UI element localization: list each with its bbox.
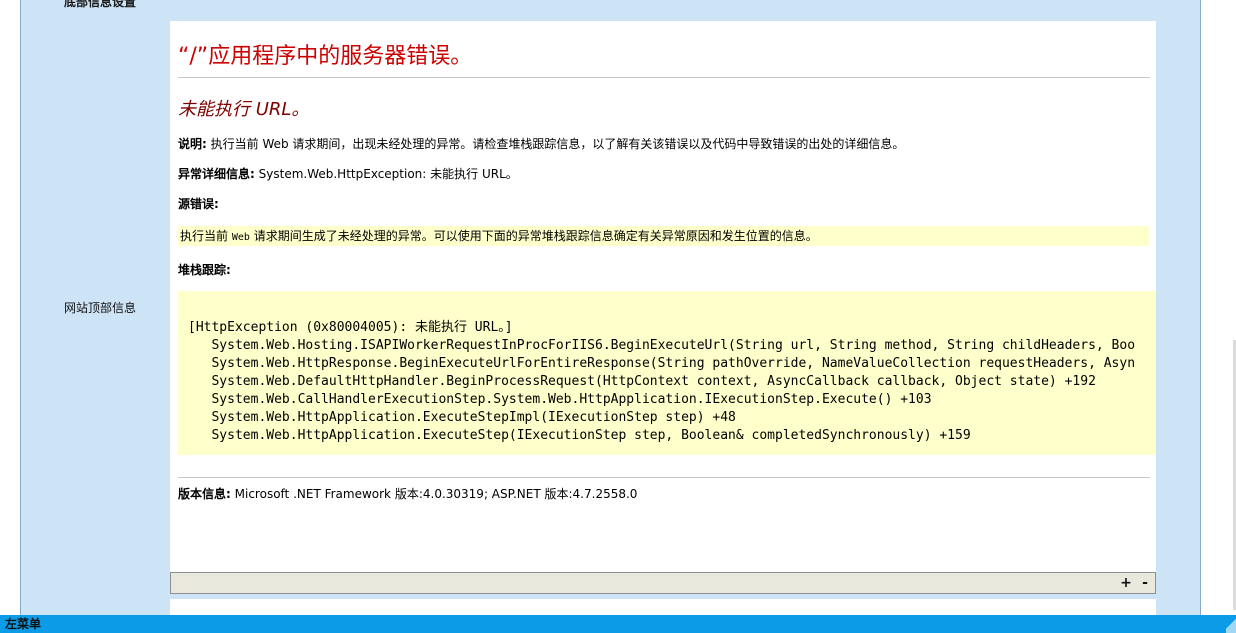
description-text: 执行当前 Web 请求期间，出现未经处理的异常。请检查堆栈跟踪信息，以了解有关该…: [210, 137, 905, 151]
stack-line: System.Web.CallHandlerExecutionStep.Syst…: [188, 392, 932, 407]
left-menu-toggle[interactable]: 左菜单: [5, 615, 41, 633]
divider: [178, 77, 1150, 78]
exception-text: System.Web.HttpException: 未能执行 URL。: [258, 167, 518, 181]
description-row: 说明: 执行当前 Web 请求期间，出现未经处理的异常。请检查堆栈跟踪信息，以了…: [178, 135, 904, 152]
stack-line: System.Web.HttpApplication.ExecuteStep(I…: [188, 428, 971, 443]
error-subtitle: 未能执行 URL。: [178, 99, 310, 120]
frame-border-left: [20, 0, 21, 615]
version-row: 版本信息: Microsoft .NET Framework 版本:4.0.30…: [178, 485, 637, 502]
editor-resize-toolbar: + -: [170, 572, 1156, 594]
source-error-label: 源错误:: [178, 197, 219, 211]
expand-button[interactable]: +: [1119, 573, 1133, 593]
stack-line: System.Web.Hosting.ISAPIWorkerRequestInP…: [188, 338, 1136, 353]
exception-label: 异常详细信息:: [178, 167, 255, 181]
right-margin-strip: [1201, 0, 1236, 615]
site-top-info-label: 网站顶部信息: [64, 301, 137, 315]
stack-line: [HttpException (0x80004005): 未能执行 URL。]: [188, 320, 513, 335]
error-title: “/”应用程序中的服务器错误。: [178, 44, 473, 69]
left-margin-strip: [0, 0, 20, 615]
error-content-panel: “/”应用程序中的服务器错误。 未能执行 URL。 说明: 执行当前 Web 请…: [170, 21, 1156, 572]
collapse-button[interactable]: -: [1138, 573, 1152, 593]
next-panel-edge: [170, 599, 1156, 615]
description-label: 说明:: [178, 137, 207, 151]
stack-line: System.Web.HttpResponse.BeginExecuteUrlF…: [188, 356, 1136, 371]
corner-resize-icon: [1226, 615, 1236, 633]
stack-line: System.Web.HttpApplication.ExecuteStepIm…: [188, 410, 736, 425]
bottom-menu-bar[interactable]: 左菜单: [0, 615, 1236, 633]
version-text: Microsoft .NET Framework 版本:4.0.30319; A…: [234, 487, 638, 501]
exception-row: 异常详细信息: System.Web.HttpException: 未能执行 U…: [178, 165, 518, 182]
version-label: 版本信息:: [178, 487, 231, 501]
divider: [178, 477, 1150, 478]
source-error-row: 源错误:: [178, 195, 219, 212]
stack-trace-text: [HttpException (0x80004005): 未能执行 URL。] …: [188, 319, 1135, 445]
stack-trace-label: 堆栈跟踪:: [178, 263, 231, 277]
source-error-web: Web: [231, 232, 250, 243]
stack-trace-box: [HttpException (0x80004005): 未能执行 URL。] …: [178, 291, 1156, 455]
footer-settings-label: 底部信息设置: [64, 0, 137, 9]
stack-trace-row: 堆栈跟踪:: [178, 261, 231, 278]
source-error-box: 执行当前 Web 请求期间生成了未经处理的异常。可以使用下面的异常堆栈跟踪信息确…: [178, 226, 1149, 246]
source-error-text-a: 执行当前: [180, 229, 232, 243]
stack-line: System.Web.DefaultHttpHandler.BeginProce…: [188, 374, 1096, 389]
source-error-text-b: 请求期间生成了未经处理的异常。可以使用下面的异常堆栈跟踪信息确定有关异常原因和发…: [249, 229, 818, 243]
